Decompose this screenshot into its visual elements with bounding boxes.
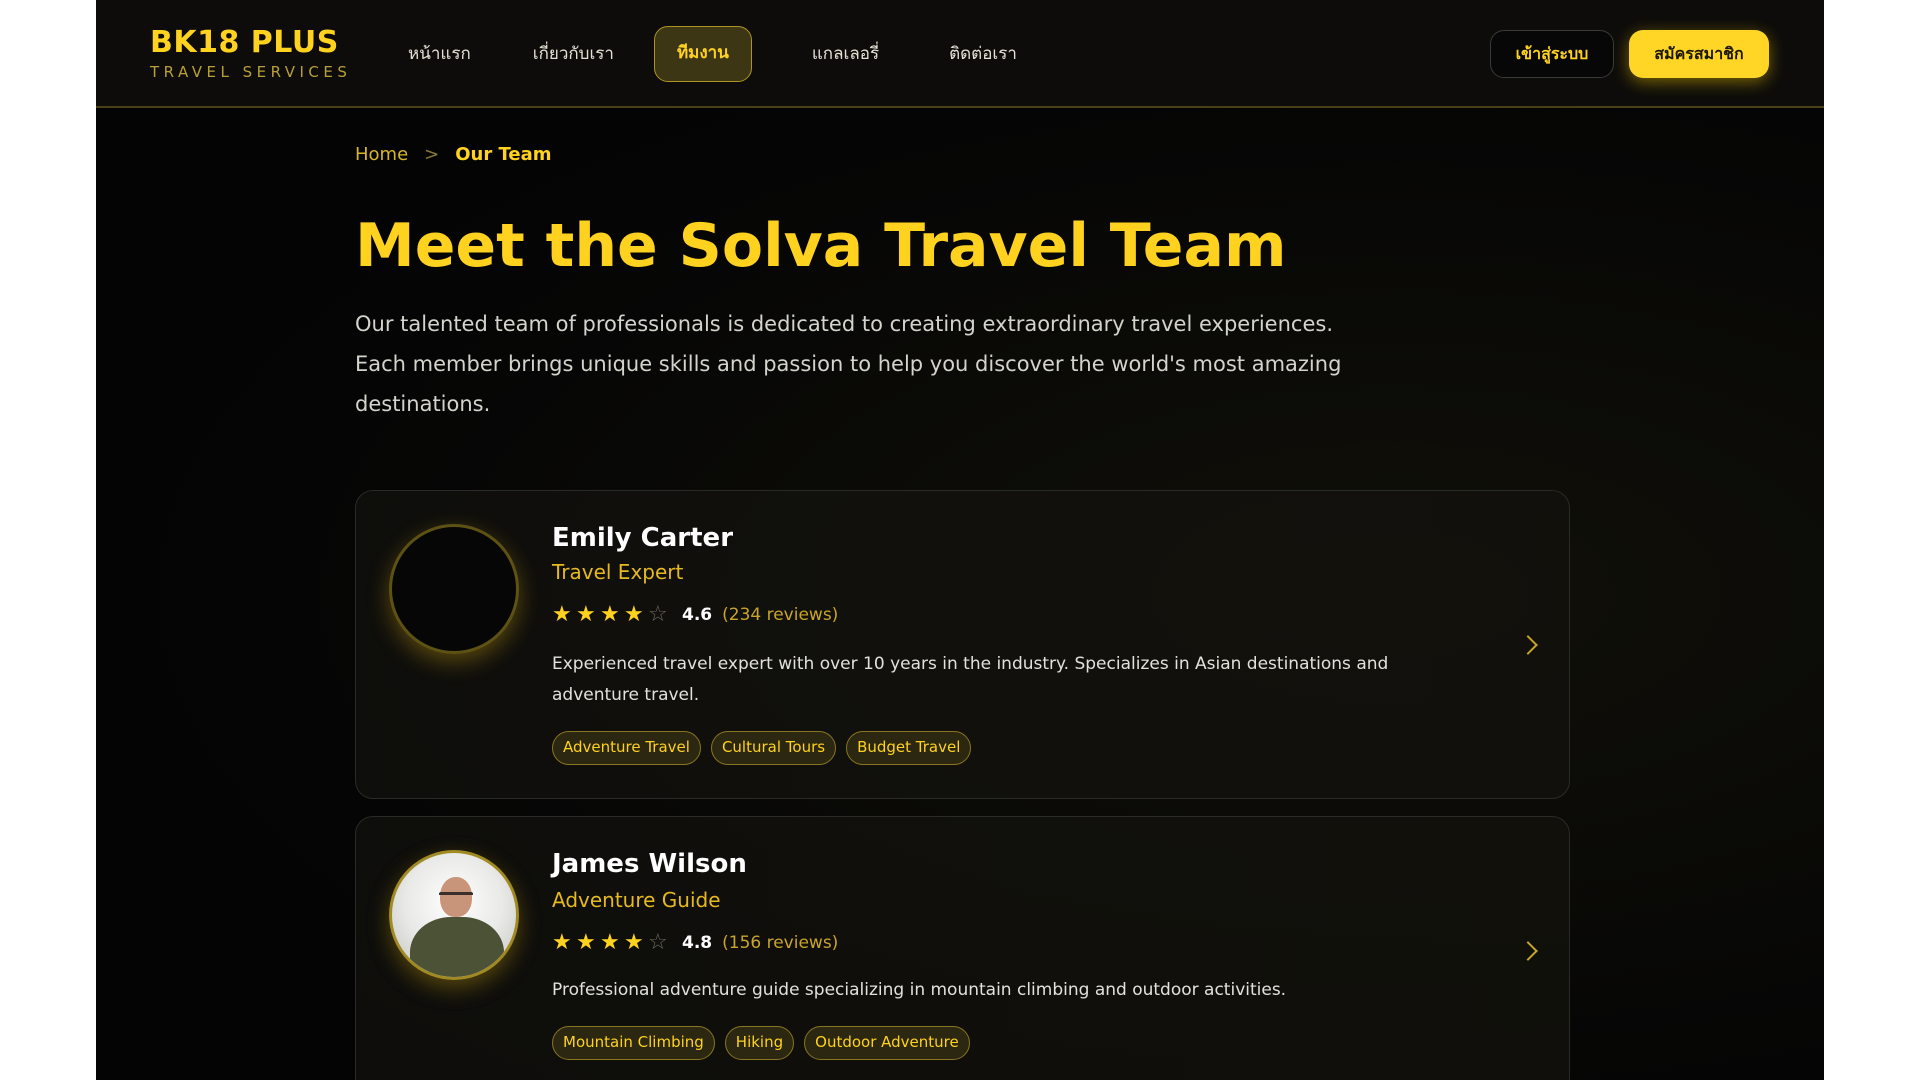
login-button[interactable]: เข้าสู่ระบบ bbox=[1490, 30, 1614, 78]
team-member-card[interactable]: Emily Carter Travel Expert ★ ★ ★ ★ ☆ 4.6 (23… bbox=[355, 490, 1570, 799]
star-filled-icon: ★ bbox=[600, 930, 620, 955]
signup-button[interactable]: สมัครสมาชิก bbox=[1629, 30, 1769, 78]
member-tags: Mountain Climbing Hiking Outdoor Adventu… bbox=[552, 1026, 980, 1060]
breadcrumb-current: Our Team bbox=[455, 144, 552, 165]
breadcrumb-home-link[interactable]: Home bbox=[355, 144, 408, 165]
star-filled-icon: ★ bbox=[624, 602, 644, 627]
specialty-tag: Cultural Tours bbox=[710, 731, 837, 765]
member-tags: Adventure Travel Cultural Tours Budget T… bbox=[552, 731, 981, 765]
nav-item-about[interactable]: เกี่ยวกับเรา bbox=[511, 26, 636, 82]
avatar-person-body bbox=[410, 917, 504, 977]
review-count: (234 reviews) bbox=[722, 605, 839, 625]
chevron-right-icon[interactable] bbox=[1518, 941, 1538, 961]
rating-stars: ★ ★ ★ ★ ☆ bbox=[552, 603, 672, 627]
star-filled-icon: ★ bbox=[552, 602, 572, 627]
brand-title: BK18 PLUS bbox=[150, 25, 339, 60]
breadcrumb: Home > Our Team bbox=[355, 144, 552, 165]
page-title: Meet the Solva Travel Team bbox=[355, 211, 1287, 281]
top-navbar: BK18 PLUS TRAVEL SERVICES หน้าแรก เกี่ยว… bbox=[96, 0, 1824, 108]
member-name: Emily Carter bbox=[552, 523, 734, 553]
page-intro: Our talented team of professionals is de… bbox=[355, 312, 1342, 416]
star-empty-icon: ☆ bbox=[648, 930, 668, 955]
star-empty-icon: ☆ bbox=[648, 602, 668, 627]
brand-logo[interactable]: BK18 PLUS TRAVEL SERVICES bbox=[150, 26, 351, 82]
rating-value: 4.8 bbox=[682, 933, 713, 953]
app-frame: BK18 PLUS TRAVEL SERVICES หน้าแรก เกี่ยว… bbox=[96, 0, 1824, 1080]
specialty-tag: Budget Travel bbox=[846, 731, 972, 765]
member-rating: ★ ★ ★ ★ ☆ 4.6 (234 reviews) bbox=[552, 602, 838, 628]
review-count: (156 reviews) bbox=[722, 933, 839, 953]
nav-item-home[interactable]: หน้าแรก bbox=[386, 26, 493, 82]
breadcrumb-separator-icon: > bbox=[424, 144, 440, 165]
member-rating: ★ ★ ★ ★ ☆ 4.8 (156 reviews) bbox=[552, 930, 838, 956]
member-role: Adventure Guide bbox=[552, 888, 721, 912]
star-filled-icon: ★ bbox=[624, 930, 644, 955]
team-member-card[interactable]: James Wilson Adventure Guide ★ ★ ★ ★ ☆ 4.8 (… bbox=[355, 816, 1570, 1080]
member-role: Travel Expert bbox=[552, 560, 684, 584]
nav-item-team[interactable]: ทีมงาน bbox=[653, 26, 752, 82]
avatar-glasses bbox=[439, 892, 473, 899]
star-filled-icon: ★ bbox=[576, 930, 596, 955]
star-filled-icon: ★ bbox=[552, 930, 572, 955]
rating-value: 4.6 bbox=[682, 605, 713, 625]
star-filled-icon: ★ bbox=[600, 602, 620, 627]
nav-item-gallery[interactable]: แกลเลอรี่ bbox=[790, 26, 901, 82]
specialty-tag: Adventure Travel bbox=[552, 731, 701, 765]
member-name: James Wilson bbox=[552, 849, 747, 879]
specialty-tag: Mountain Climbing bbox=[552, 1026, 715, 1060]
nav-item-contact[interactable]: ติดต่อเรา bbox=[927, 26, 1039, 82]
member-bio: Experienced travel expert with over 10 y… bbox=[552, 654, 1389, 705]
star-filled-icon: ★ bbox=[576, 602, 596, 627]
member-bio: Professional adventure guide specializin… bbox=[552, 980, 1287, 1000]
specialty-tag: Hiking bbox=[724, 1026, 795, 1060]
avatar bbox=[389, 850, 519, 980]
main-nav: หน้าแรก เกี่ยวกับเรา ทีมงาน แกลเลอรี่ ติ… bbox=[386, 26, 1039, 82]
specialty-tag: Outdoor Adventure bbox=[804, 1026, 970, 1060]
avatar bbox=[389, 524, 519, 654]
chevron-right-icon[interactable] bbox=[1518, 635, 1538, 655]
brand-subtitle: TRAVEL SERVICES bbox=[150, 63, 352, 81]
rating-stars: ★ ★ ★ ★ ☆ bbox=[552, 931, 672, 955]
